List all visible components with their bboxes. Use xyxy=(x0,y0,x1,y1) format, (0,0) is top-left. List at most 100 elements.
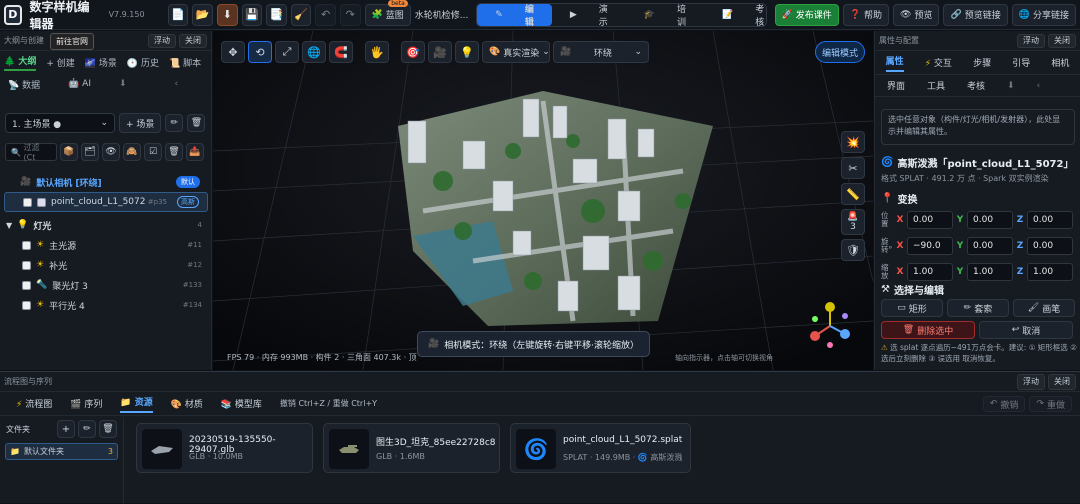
tree-item-light[interactable]: ☀ 补光 #12 xyxy=(0,255,212,275)
pos-z-input[interactable]: 0.00 xyxy=(1027,211,1073,229)
move-icon[interactable]: ✥ xyxy=(221,41,245,63)
tab-scene[interactable]: 🌌 场景 xyxy=(85,56,117,69)
scale-y-input[interactable]: 1.00 xyxy=(967,263,1013,281)
export-icon[interactable]: 📤 xyxy=(186,143,204,161)
plus-icon[interactable]: + xyxy=(57,420,75,438)
axis-gizmo[interactable] xyxy=(805,301,855,351)
light-group[interactable]: ▼ 💡 灯光 4 xyxy=(0,215,212,235)
hand-icon[interactable]: 🖐 xyxy=(365,41,389,63)
tree-item-light[interactable]: 🔦 聚光灯 3 #133 xyxy=(0,275,212,295)
video-camera-icon[interactable]: 🎥 xyxy=(428,41,452,63)
magnet-icon[interactable]: 🧲 xyxy=(329,41,353,63)
delete-selection-button[interactable]: 🗑 删除选中 xyxy=(881,321,975,339)
box-icon[interactable]: 📦 xyxy=(60,143,78,161)
undo-icon[interactable]: ↶ xyxy=(315,3,336,26)
tab-camera[interactable]: 相机 xyxy=(1051,56,1069,69)
mode-tab[interactable]: ▶ 演示 xyxy=(552,4,626,26)
cancel-button[interactable]: ↩ 取消 xyxy=(979,321,1073,339)
mode-tab[interactable]: 📝 考核 xyxy=(704,4,766,26)
preview-button[interactable]: 👁 预览 xyxy=(893,3,940,26)
redo-icon[interactable]: ↷ xyxy=(339,3,361,26)
resize-icon[interactable]: ⤢ xyxy=(275,41,299,63)
trash-icon[interactable]: 🗑 xyxy=(99,420,117,438)
document-title[interactable]: 水轮机检修... xyxy=(415,8,473,21)
close-button[interactable]: 关闭 xyxy=(179,33,207,48)
asset-card[interactable]: 图生3D_坦克_85ee22728c8... GLB · 1.6MB xyxy=(323,423,500,473)
checkbox[interactable] xyxy=(22,260,31,270)
folder-icon[interactable]: 🗂 xyxy=(81,143,99,161)
tab-material[interactable]: 🎨 材质 xyxy=(171,397,203,410)
orbit-icon[interactable]: ⟲ xyxy=(248,41,272,63)
preview-link-button[interactable]: 🔗 预览链接 xyxy=(943,3,1008,26)
edit-icon[interactable]: ✏ xyxy=(165,114,184,132)
copy-icon[interactable]: 📑 xyxy=(266,3,287,26)
tab-guide[interactable]: 引导 xyxy=(1012,56,1030,69)
tab-outline[interactable]: 🌲 大纲 xyxy=(4,54,37,71)
pos-x-input[interactable]: 0.00 xyxy=(907,211,953,229)
float-button[interactable]: 浮动 xyxy=(1017,33,1045,48)
tab-create[interactable]: + 创建 xyxy=(46,56,74,69)
broom-icon[interactable]: 🧹 xyxy=(290,3,312,26)
tab-interaction[interactable]: ⚡ 交互 xyxy=(925,56,952,69)
tab-exam[interactable]: 考核 xyxy=(967,79,985,92)
camera-item[interactable]: 🎥 默认相机 [环绕] 默认 xyxy=(0,172,212,192)
tab-data[interactable]: 📡 数据 xyxy=(8,78,40,91)
mode-tab[interactable]: 🎓 培训 xyxy=(626,4,704,26)
tab-sequence[interactable]: 🎬 序列 xyxy=(70,397,102,410)
brush-button[interactable]: 🖌 画笔 xyxy=(1013,299,1075,317)
help-button[interactable]: ❓ 帮助 xyxy=(842,3,890,26)
scale-z-input[interactable]: 1.00 xyxy=(1027,263,1073,281)
close-button[interactable]: 关闭 xyxy=(1048,33,1076,48)
rot-z-input[interactable]: 0.00 xyxy=(1027,237,1073,255)
rect-select-button[interactable]: ▭ 矩形 xyxy=(881,299,943,317)
scissors-icon[interactable]: ✂ xyxy=(841,157,865,179)
tab-steps[interactable]: 步骤 xyxy=(973,56,991,69)
globe-icon[interactable]: 🌐 xyxy=(302,41,326,63)
rot-x-input[interactable]: −90.0 xyxy=(907,237,953,255)
target-icon[interactable]: 🎯 xyxy=(401,41,425,63)
mode-tab[interactable]: ✎ 编辑 xyxy=(477,3,552,26)
tab-properties[interactable]: 属性 xyxy=(885,54,904,72)
folder-item-default[interactable]: 📁 默认文件夹 3 xyxy=(5,443,118,460)
shield-icon[interactable]: 🛡 xyxy=(841,239,865,261)
download-icon[interactable]: ⬇ xyxy=(1007,81,1015,91)
download-icon[interactable]: ⬇ xyxy=(216,3,238,26)
redo-button[interactable]: ↷ 重做 xyxy=(1029,396,1072,412)
asset-card[interactable]: 20230519-135550-29407.glb GLB · 10.0MB xyxy=(136,423,313,473)
float-button[interactable]: 浮动 xyxy=(1017,373,1045,390)
scene-canvas[interactable] xyxy=(213,31,873,370)
checkbox[interactable] xyxy=(22,280,31,290)
tab-script[interactable]: 📜 脚本 xyxy=(169,56,201,69)
render-mode-select[interactable]: 🎨 真实渲染 ⌄ xyxy=(482,41,550,63)
lasso-button[interactable]: ✏ 套索 xyxy=(947,299,1009,317)
scene-select[interactable]: 1. 主场景 ● ⌄ xyxy=(5,113,115,133)
eye-icon[interactable]: 👁 xyxy=(102,143,120,161)
open-folder-icon[interactable]: 📂 xyxy=(192,3,213,26)
hide-icon[interactable]: 🙈 xyxy=(123,143,141,161)
chevron-left-icon[interactable]: ‹ xyxy=(1037,81,1041,91)
tab-flowchart[interactable]: ⚡ 流程图 xyxy=(16,397,52,410)
camera-mode-select[interactable]: 🎥 环绕 ⌄ xyxy=(553,41,649,63)
explode-icon[interactable]: 💥 xyxy=(841,131,865,153)
pencil-icon[interactable]: ✏ xyxy=(78,420,96,438)
tab-model-library[interactable]: 📚 模型库 xyxy=(221,397,262,410)
asset-card[interactable]: 🌀 point_cloud_L1_5072.splat SPLAT · 149.… xyxy=(510,423,691,473)
float-button[interactable]: 浮动 xyxy=(148,33,176,48)
close-button[interactable]: 关闭 xyxy=(1048,373,1076,390)
new-file-icon[interactable]: 📄 xyxy=(167,3,189,26)
tab-tools[interactable]: 工具 xyxy=(927,79,945,92)
publish-button[interactable]: 🚀 发布课件 xyxy=(774,3,839,26)
tab-ui[interactable]: 界面 xyxy=(887,79,905,92)
add-scene-button[interactable]: + 场景 xyxy=(119,113,162,133)
checkbox[interactable] xyxy=(22,240,31,250)
alarm-button[interactable]: 🚨 3 xyxy=(841,209,865,235)
pos-y-input[interactable]: 0.00 xyxy=(967,211,1013,229)
check-all-icon[interactable]: ☑ xyxy=(144,143,162,161)
checkbox[interactable] xyxy=(23,197,32,207)
checkbox[interactable] xyxy=(22,300,31,310)
blueprint-button[interactable]: 🧩 蓝图 beta xyxy=(364,0,411,26)
filter-input[interactable]: 🔍 过滤 (Ct xyxy=(5,143,57,162)
trash-icon[interactable]: 🗑 xyxy=(187,114,206,132)
tree-item-point-cloud[interactable]: point_cloud_L1_5072 #p35 高斯 xyxy=(4,192,208,212)
save-icon[interactable]: 💾 xyxy=(241,3,263,26)
